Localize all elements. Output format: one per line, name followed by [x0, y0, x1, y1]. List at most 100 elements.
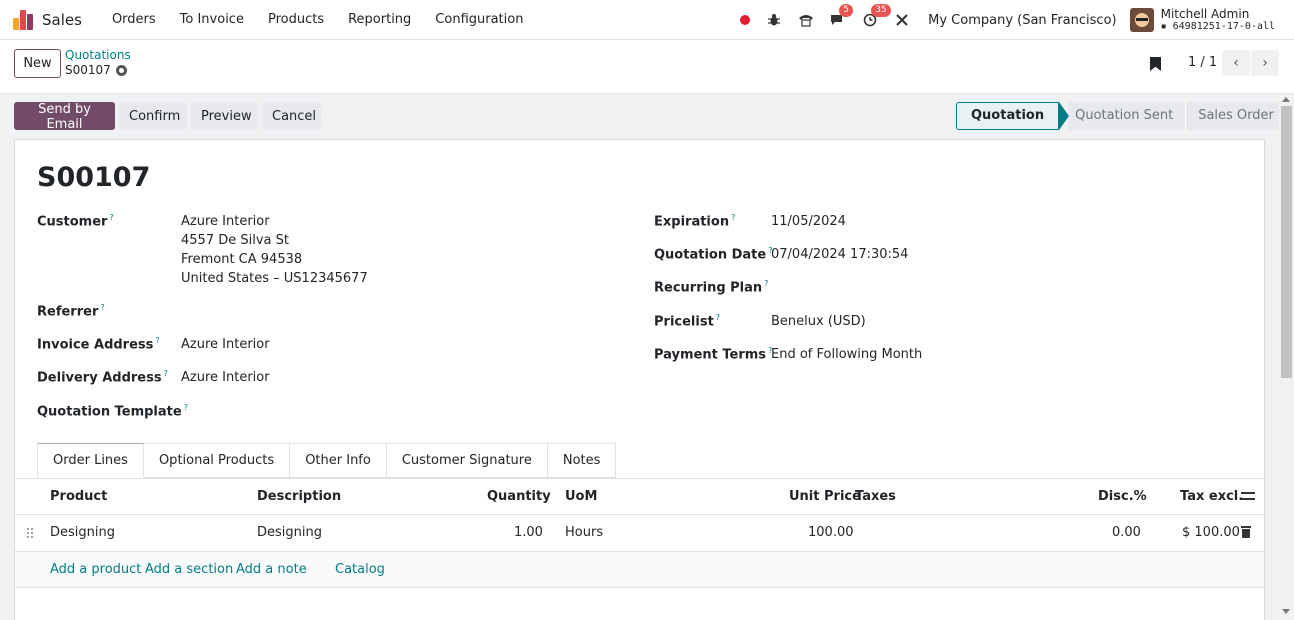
- app-brand[interactable]: Sales: [42, 11, 82, 29]
- quotation-date-label: Quotation Date?: [654, 246, 773, 263]
- chevron-left-icon: ‹: [1233, 55, 1239, 71]
- bookmark-icon[interactable]: [1150, 57, 1161, 71]
- breadcrumb-current: S00107: [65, 63, 111, 77]
- tab-notes[interactable]: Notes: [547, 443, 617, 478]
- table-row[interactable]: Designing Designing 1.00 Hours 100.00 0.…: [15, 515, 1264, 552]
- company-switcher[interactable]: My Company (San Francisco): [928, 13, 1116, 28]
- record-title: S00107: [37, 162, 151, 193]
- tab-optional-products[interactable]: Optional Products: [143, 443, 291, 478]
- column-uom[interactable]: UoM: [565, 489, 597, 504]
- action-bar: Send by Email Confirm Preview Cancel: [14, 102, 321, 132]
- tab-other-info[interactable]: Other Info: [290, 443, 387, 478]
- recurring-plan-field[interactable]: [771, 278, 1071, 297]
- cancel-button[interactable]: Cancel: [262, 102, 321, 130]
- payment-terms-field[interactable]: End of Following Month: [771, 345, 922, 364]
- tab-order-lines[interactable]: Order Lines: [37, 443, 144, 478]
- database-icon: ▪: [1160, 20, 1173, 32]
- referrer-field[interactable]: [181, 301, 481, 320]
- chevron-right-icon: ›: [1262, 55, 1268, 71]
- pricelist-label: Pricelist?: [654, 313, 721, 330]
- control-panel: New Quotations S00107 1 / 1 ‹ ›: [0, 40, 1294, 94]
- tab-customer-signature[interactable]: Customer Signature: [386, 443, 548, 478]
- phone-icon[interactable]: [796, 10, 816, 30]
- expiration-label: Expiration?: [654, 213, 736, 230]
- column-quantity[interactable]: Quantity: [487, 489, 551, 504]
- user-avatar[interactable]: [1129, 8, 1154, 32]
- scroll-thumb[interactable]: [1281, 106, 1292, 378]
- sales-app-icon[interactable]: [13, 9, 33, 30]
- row-product[interactable]: Designing: [50, 525, 115, 540]
- preview-button[interactable]: Preview: [191, 102, 258, 130]
- row-tax-excl: $ 100.00: [1182, 525, 1240, 540]
- quotation-date-field[interactable]: 07/04/2024 17:30:54: [771, 245, 908, 264]
- breadcrumb-quotations[interactable]: Quotations: [65, 48, 131, 62]
- menu-configuration[interactable]: Configuration: [423, 0, 535, 40]
- confirm-button[interactable]: Confirm: [119, 102, 187, 130]
- column-tax-excl[interactable]: Tax excl.: [1180, 489, 1243, 504]
- form-sheet: S00107 Customer? Azure Interior 4557 De …: [14, 139, 1265, 620]
- row-unit-price[interactable]: 100.00: [808, 525, 854, 540]
- database-name: ▪ 64981251-17-0-all: [1160, 20, 1275, 32]
- add-product-link[interactable]: Add a product: [50, 562, 141, 577]
- tools-icon[interactable]: [892, 10, 912, 30]
- new-button[interactable]: New: [14, 49, 61, 78]
- quotation-template-label: Quotation Template?: [37, 403, 188, 420]
- trash-icon[interactable]: [1241, 526, 1251, 538]
- pager-value[interactable]: 1 / 1: [1188, 55, 1217, 70]
- record-name: S00107: [65, 63, 127, 77]
- navbar-systray: 5 35 My Company (San Francisco) Mitchell…: [740, 0, 1294, 40]
- menu-to-invoice[interactable]: To Invoice: [168, 0, 256, 40]
- delivery-address-field[interactable]: Azure Interior: [181, 368, 270, 387]
- optional-columns-icon[interactable]: [1241, 490, 1255, 502]
- messages-badge: 5: [839, 4, 854, 17]
- user-name: Mitchell Admin: [1160, 6, 1250, 21]
- row-description[interactable]: Designing: [257, 525, 322, 540]
- status-bar: Quotation Quotation Sent Sales Order: [956, 102, 1288, 130]
- pricelist-field[interactable]: Benelux (USD): [771, 312, 866, 331]
- row-quantity[interactable]: 1.00: [514, 525, 543, 540]
- referrer-label: Referrer?: [37, 303, 105, 320]
- delivery-address-label: Delivery Address?: [37, 369, 168, 386]
- column-taxes[interactable]: Taxes: [855, 489, 896, 504]
- quotation-template-field[interactable]: [181, 401, 481, 420]
- menu-reporting[interactable]: Reporting: [336, 0, 423, 40]
- expiration-field[interactable]: 11/05/2024: [771, 212, 846, 231]
- menu-orders[interactable]: Orders: [100, 0, 168, 40]
- gear-icon[interactable]: [115, 64, 127, 76]
- add-section-link[interactable]: Add a section: [145, 562, 233, 577]
- stage-arrow: [1059, 102, 1070, 130]
- top-menu: Orders To Invoice Products Reporting Con…: [100, 0, 536, 40]
- add-line-row: Add a product Add a section Add a note C…: [15, 552, 1264, 588]
- payment-terms-label: Payment Terms?: [654, 346, 773, 363]
- column-product[interactable]: Product: [50, 489, 107, 504]
- pager-next-button[interactable]: ›: [1251, 50, 1279, 76]
- main-navbar: Sales Orders To Invoice Products Reporti…: [0, 0, 1294, 40]
- activities-badge: 35: [871, 4, 891, 17]
- user-menu[interactable]: Mitchell Admin ▪ 64981251-17-0-all: [1160, 6, 1275, 33]
- column-disc[interactable]: Disc.%: [1098, 489, 1147, 504]
- messages-icon[interactable]: 5: [828, 4, 854, 30]
- stage-quotation-sent[interactable]: Quotation Sent: [1069, 102, 1186, 130]
- row-uom[interactable]: Hours: [565, 525, 603, 540]
- scroll-up-arrow[interactable]: [1282, 97, 1290, 102]
- bug-icon[interactable]: [764, 10, 784, 30]
- menu-products[interactable]: Products: [256, 0, 336, 40]
- stage-sales-order[interactable]: Sales Order: [1185, 102, 1288, 130]
- page-scrollbar[interactable]: [1279, 94, 1294, 620]
- add-note-link[interactable]: Add a note: [236, 562, 307, 577]
- row-disc[interactable]: 0.00: [1112, 525, 1141, 540]
- recurring-plan-label: Recurring Plan?: [654, 279, 769, 296]
- drag-handle-icon[interactable]: [26, 527, 34, 539]
- customer-field[interactable]: Azure Interior 4557 De Silva St Fremont …: [181, 212, 368, 288]
- catalog-link[interactable]: Catalog: [335, 562, 385, 577]
- send-by-email-button[interactable]: Send by Email: [14, 102, 115, 132]
- invoice-address-field[interactable]: Azure Interior: [181, 335, 270, 354]
- column-description[interactable]: Description: [257, 489, 341, 504]
- pager-previous-button[interactable]: ‹: [1222, 50, 1250, 76]
- activities-clock-icon[interactable]: 35: [860, 4, 891, 30]
- column-unit-price[interactable]: Unit Price: [789, 489, 861, 504]
- notebook-tabs: Order Lines Optional Products Other Info…: [37, 443, 617, 478]
- stage-quotation[interactable]: Quotation: [956, 102, 1060, 130]
- recording-icon[interactable]: [740, 15, 751, 25]
- scroll-down-arrow[interactable]: [1282, 609, 1290, 614]
